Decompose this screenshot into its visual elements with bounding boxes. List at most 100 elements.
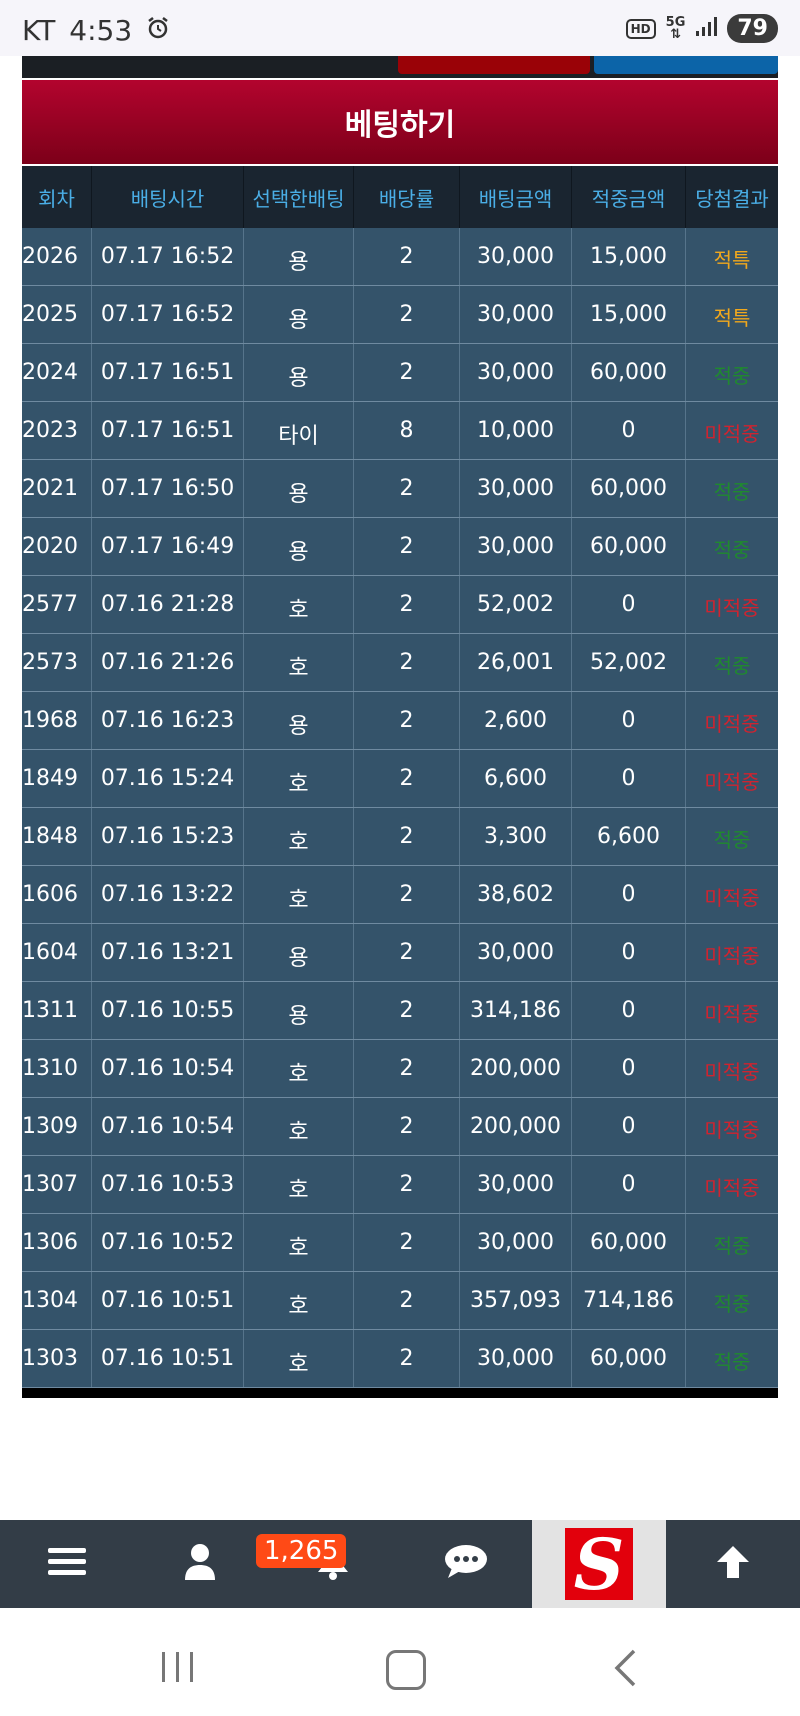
cell-result: 미적중 bbox=[704, 712, 760, 736]
cell-win-amount: 60,000 bbox=[572, 344, 686, 401]
cell-odds: 2 bbox=[354, 1272, 460, 1329]
cell-bet-time: 07.16 15:23 bbox=[92, 808, 244, 865]
cell-bet-amount: 30,000 bbox=[460, 1330, 572, 1387]
cell-selected-bet: 용 bbox=[244, 460, 354, 517]
cell-bet-time: 07.16 10:54 bbox=[92, 1040, 244, 1097]
cell-result: 미적중 bbox=[704, 1118, 760, 1142]
cell-bet-time: 07.16 15:24 bbox=[92, 750, 244, 807]
cell-round: 2026 bbox=[22, 228, 92, 285]
cell-bet-amount: 38,602 bbox=[460, 866, 572, 923]
cell-round: 1968 bbox=[22, 692, 92, 749]
cell-win-amount: 60,000 bbox=[572, 1330, 686, 1387]
cell-result: 적특 bbox=[713, 306, 751, 330]
cell-win-amount: 0 bbox=[572, 750, 686, 807]
cell-round: 1307 bbox=[22, 1156, 92, 1213]
site-logo: S bbox=[565, 1523, 633, 1606]
cell-round: 1309 bbox=[22, 1098, 92, 1155]
cell-odds: 2 bbox=[354, 866, 460, 923]
cell-odds: 2 bbox=[354, 924, 460, 981]
table-row: 2020 07.17 16:49 용 2 30,000 60,000 적중 bbox=[22, 518, 778, 576]
cell-result: 미적중 bbox=[704, 770, 760, 794]
cell-round: 2021 bbox=[22, 460, 92, 517]
cell-round: 2025 bbox=[22, 286, 92, 343]
clock: 4:53 bbox=[69, 14, 133, 47]
cell-win-amount: 60,000 bbox=[572, 460, 686, 517]
cell-bet-time: 07.16 10:53 bbox=[92, 1156, 244, 1213]
cell-selected-bet: 호 bbox=[244, 808, 354, 865]
cell-result: 적중 bbox=[713, 1234, 751, 1258]
cell-bet-amount: 30,000 bbox=[460, 518, 572, 575]
cell-selected-bet: 호 bbox=[244, 576, 354, 633]
cell-odds: 2 bbox=[354, 518, 460, 575]
site-logo-button[interactable]: S bbox=[532, 1520, 666, 1608]
cell-bet-time: 07.16 10:51 bbox=[92, 1330, 244, 1387]
cell-win-amount: 0 bbox=[572, 1156, 686, 1213]
cell-bet-time: 07.16 21:26 bbox=[92, 634, 244, 691]
table-row: 1606 07.16 13:22 호 2 38,602 0 미적중 bbox=[22, 866, 778, 924]
cell-bet-amount: 52,002 bbox=[460, 576, 572, 633]
recent-apps-button[interactable] bbox=[162, 1652, 193, 1682]
cell-result: 적중 bbox=[713, 654, 751, 678]
cell-result: 미적중 bbox=[704, 944, 760, 968]
cell-result: 미적중 bbox=[704, 1060, 760, 1084]
network-5g-icon: 5G ⇅ bbox=[665, 14, 686, 42]
cell-selected-bet: 타이 bbox=[244, 402, 354, 459]
user-icon bbox=[183, 1544, 217, 1584]
table-row: 1306 07.16 10:52 호 2 30,000 60,000 적중 bbox=[22, 1214, 778, 1272]
cell-odds: 2 bbox=[354, 460, 460, 517]
cell-round: 1303 bbox=[22, 1330, 92, 1387]
cell-win-amount: 0 bbox=[572, 576, 686, 633]
cell-win-amount: 0 bbox=[572, 982, 686, 1039]
signal-icon bbox=[695, 15, 718, 42]
cell-bet-amount: 357,093 bbox=[460, 1272, 572, 1329]
hd-voice-icon: HD bbox=[625, 18, 656, 39]
cell-selected-bet: 용 bbox=[244, 286, 354, 343]
cell-bet-time: 07.17 16:49 bbox=[92, 518, 244, 575]
cell-result: 미적중 bbox=[704, 886, 760, 910]
scroll-top-button[interactable] bbox=[666, 1520, 799, 1608]
cell-selected-bet: 호 bbox=[244, 1098, 354, 1155]
chat-button[interactable] bbox=[399, 1520, 532, 1608]
cell-selected-bet: 용 bbox=[244, 228, 354, 285]
table-row: 1309 07.16 10:54 호 2 200,000 0 미적중 bbox=[22, 1098, 778, 1156]
header-odds: 배당률 bbox=[354, 166, 460, 228]
top-red-button[interactable] bbox=[398, 56, 590, 74]
cell-round: 1311 bbox=[22, 982, 92, 1039]
table-row: 1311 07.16 10:55 용 2 314,186 0 미적중 bbox=[22, 982, 778, 1040]
cell-selected-bet: 호 bbox=[244, 1214, 354, 1271]
cell-odds: 2 bbox=[354, 344, 460, 401]
table-row: 1968 07.16 16:23 용 2 2,600 0 미적중 bbox=[22, 692, 778, 750]
menu-button[interactable] bbox=[0, 1520, 133, 1608]
top-blue-button[interactable] bbox=[594, 56, 778, 74]
page-title: 베팅하기 bbox=[344, 108, 456, 143]
cell-round: 2023 bbox=[22, 402, 92, 459]
cell-selected-bet: 용 bbox=[244, 518, 354, 575]
battery-indicator: 79 bbox=[727, 14, 778, 43]
header-bet-time: 배팅시간 bbox=[92, 166, 244, 228]
cell-round: 1849 bbox=[22, 750, 92, 807]
cell-round: 2020 bbox=[22, 518, 92, 575]
cell-bet-amount: 30,000 bbox=[460, 1214, 572, 1271]
cell-round: 2024 bbox=[22, 344, 92, 401]
cell-selected-bet: 호 bbox=[244, 1040, 354, 1097]
cell-bet-time: 07.17 16:51 bbox=[92, 344, 244, 401]
home-button[interactable] bbox=[386, 1650, 426, 1690]
cell-odds: 2 bbox=[354, 1040, 460, 1097]
cell-win-amount: 15,000 bbox=[572, 228, 686, 285]
profile-button[interactable] bbox=[133, 1520, 266, 1608]
cell-round: 2573 bbox=[22, 634, 92, 691]
system-navigation-bar bbox=[0, 1608, 800, 1716]
table-row: 2026 07.17 16:52 용 2 30,000 15,000 적특 bbox=[22, 228, 778, 286]
cell-win-amount: 15,000 bbox=[572, 286, 686, 343]
cell-bet-amount: 30,000 bbox=[460, 924, 572, 981]
cell-odds: 2 bbox=[354, 808, 460, 865]
cell-selected-bet: 호 bbox=[244, 750, 354, 807]
cell-result: 적중 bbox=[713, 1292, 751, 1316]
cell-win-amount: 0 bbox=[572, 1098, 686, 1155]
cell-round: 1848 bbox=[22, 808, 92, 865]
cell-odds: 2 bbox=[354, 634, 460, 691]
cell-round: 2577 bbox=[22, 576, 92, 633]
back-button[interactable] bbox=[612, 1648, 638, 1692]
table-row: 2024 07.17 16:51 용 2 30,000 60,000 적중 bbox=[22, 344, 778, 402]
cell-bet-time: 07.16 10:51 bbox=[92, 1272, 244, 1329]
